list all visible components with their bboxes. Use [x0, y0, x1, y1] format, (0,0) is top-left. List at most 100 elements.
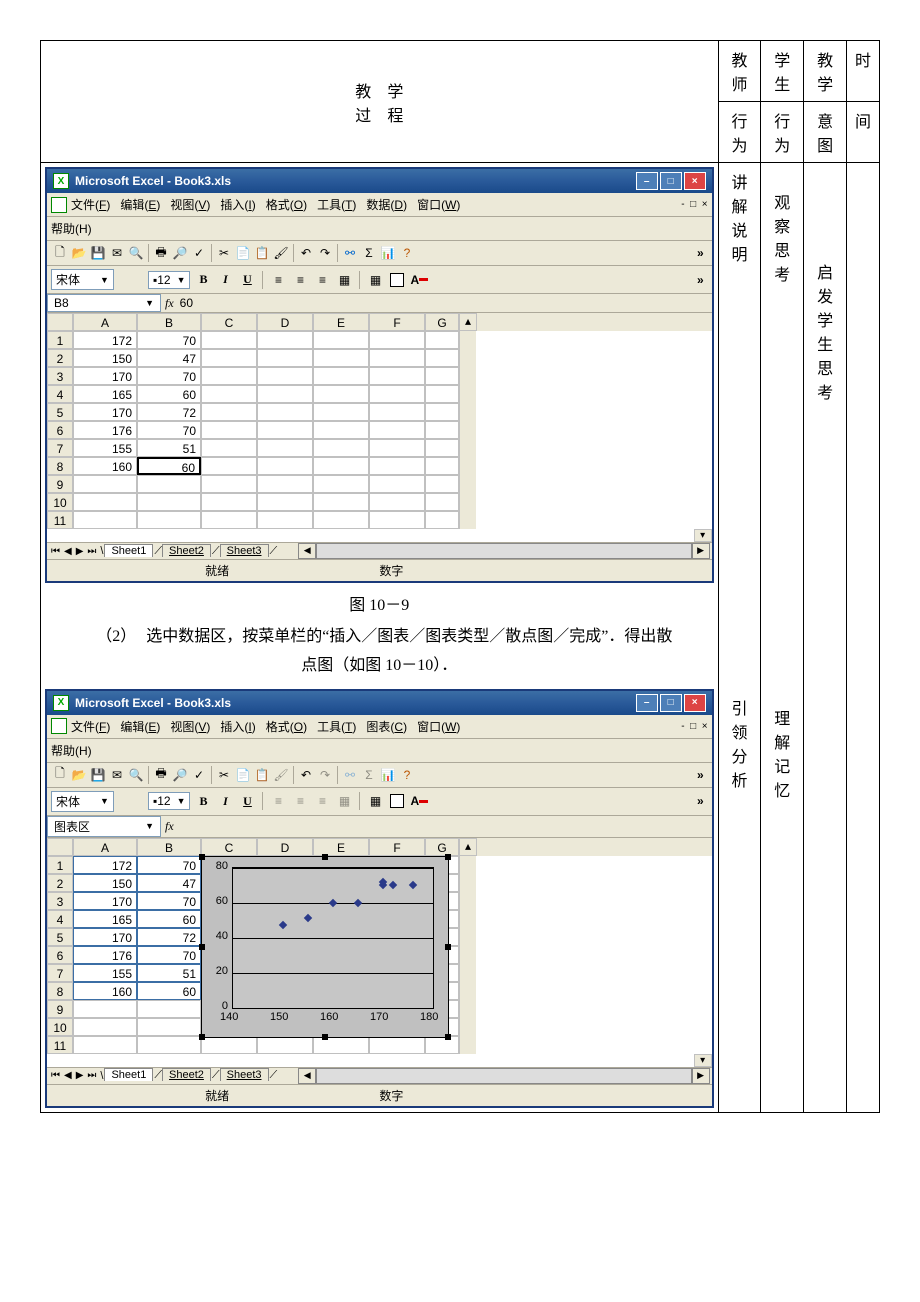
- scroll-down-button[interactable]: ▾: [694, 529, 712, 542]
- cell[interactable]: [137, 1018, 201, 1036]
- prev-sheet-button[interactable]: ◀: [62, 1070, 74, 1081]
- font-color-icon[interactable]: A: [410, 792, 428, 810]
- menu-item[interactable]: 文件(F): [71, 720, 110, 734]
- cell[interactable]: 70: [137, 331, 201, 349]
- border-icon[interactable]: ▦: [366, 792, 384, 810]
- cell[interactable]: 165: [73, 910, 137, 928]
- cell[interactable]: [201, 475, 257, 493]
- cell[interactable]: [425, 457, 459, 475]
- underline-button[interactable]: U: [238, 792, 256, 810]
- close-button[interactable]: ×: [684, 172, 706, 190]
- cell[interactable]: [73, 1036, 137, 1054]
- cell[interactable]: [137, 475, 201, 493]
- cell[interactable]: [257, 331, 313, 349]
- select-all-corner[interactable]: [47, 838, 73, 856]
- cell[interactable]: [73, 1018, 137, 1036]
- cell[interactable]: [257, 493, 313, 511]
- cell[interactable]: [257, 1036, 313, 1054]
- scroll-up-button[interactable]: ▴: [459, 838, 477, 856]
- row-header[interactable]: 8: [47, 982, 73, 1000]
- menu-item[interactable]: 格式(O): [266, 720, 307, 734]
- cell[interactable]: 170: [73, 367, 137, 385]
- cell[interactable]: [369, 385, 425, 403]
- cell[interactable]: [201, 403, 257, 421]
- formula-input[interactable]: 60: [180, 296, 193, 310]
- column-header[interactable]: B: [137, 313, 201, 331]
- autosum-icon[interactable]: Σ: [360, 244, 378, 262]
- cell[interactable]: 72: [137, 928, 201, 946]
- cell[interactable]: [369, 439, 425, 457]
- undo-icon[interactable]: ↶: [297, 244, 315, 262]
- next-sheet-button[interactable]: ▶: [74, 1070, 86, 1081]
- column-header[interactable]: D: [257, 313, 313, 331]
- merge-icon[interactable]: ▦: [335, 271, 353, 289]
- menu-item[interactable]: 窗口(W): [417, 198, 460, 212]
- column-header[interactable]: F: [369, 838, 425, 856]
- preview-icon[interactable]: 🔎: [171, 244, 189, 262]
- embedded-scatter-chart[interactable]: 020406080140150160170180: [201, 856, 449, 1038]
- align-left-icon[interactable]: ≡: [269, 792, 287, 810]
- cell[interactable]: [425, 367, 459, 385]
- cut-icon[interactable]: ✂: [215, 766, 233, 784]
- plot-area[interactable]: [232, 867, 434, 1009]
- cell[interactable]: [201, 421, 257, 439]
- cell[interactable]: 160: [73, 982, 137, 1000]
- row-header[interactable]: 2: [47, 874, 73, 892]
- column-header[interactable]: E: [313, 313, 369, 331]
- cell[interactable]: [313, 457, 369, 475]
- menu-item[interactable]: 工具(T): [317, 720, 356, 734]
- cell[interactable]: [313, 421, 369, 439]
- row-header[interactable]: 2: [47, 349, 73, 367]
- cell[interactable]: [313, 475, 369, 493]
- cell[interactable]: [137, 493, 201, 511]
- menu-item[interactable]: 帮助(H): [51, 742, 92, 759]
- new-icon[interactable]: 🗋: [51, 766, 69, 784]
- cell[interactable]: [425, 439, 459, 457]
- redo-icon[interactable]: ↷: [316, 244, 334, 262]
- mail-icon[interactable]: ✉: [108, 766, 126, 784]
- data-point[interactable]: [354, 898, 362, 906]
- cell[interactable]: [313, 403, 369, 421]
- cell[interactable]: [313, 349, 369, 367]
- row-header[interactable]: 3: [47, 892, 73, 910]
- cell[interactable]: [257, 349, 313, 367]
- cell[interactable]: [369, 367, 425, 385]
- cell[interactable]: [257, 385, 313, 403]
- cell[interactable]: 170: [73, 928, 137, 946]
- cell[interactable]: [73, 511, 137, 529]
- cell[interactable]: [201, 367, 257, 385]
- row-header[interactable]: 9: [47, 475, 73, 493]
- underline-button[interactable]: U: [238, 271, 256, 289]
- cell[interactable]: [425, 385, 459, 403]
- row-header[interactable]: 5: [47, 928, 73, 946]
- name-box[interactable]: 图表区▼: [47, 816, 161, 837]
- cell[interactable]: [425, 1036, 459, 1054]
- row-header[interactable]: 7: [47, 439, 73, 457]
- cell[interactable]: 170: [73, 403, 137, 421]
- autosum-icon[interactable]: Σ: [360, 766, 378, 784]
- menu-item[interactable]: 视图(V): [170, 720, 210, 734]
- sheet-tab[interactable]: Sheet2: [162, 1068, 211, 1081]
- cell[interactable]: 60: [137, 910, 201, 928]
- toolbar-overflow-icon[interactable]: »: [693, 246, 708, 260]
- cell[interactable]: [313, 493, 369, 511]
- menu-item[interactable]: 编辑(E): [120, 720, 160, 734]
- cell[interactable]: [257, 475, 313, 493]
- row-header[interactable]: 1: [47, 331, 73, 349]
- cell[interactable]: [425, 403, 459, 421]
- cell[interactable]: [425, 511, 459, 529]
- scroll-left-button[interactable]: ◀: [298, 543, 316, 559]
- cell[interactable]: [313, 439, 369, 457]
- data-point[interactable]: [279, 921, 287, 929]
- format-painter-icon[interactable]: 🖌: [272, 766, 290, 784]
- data-point[interactable]: [409, 881, 417, 889]
- menu-item[interactable]: 图表(C): [366, 720, 407, 734]
- cell[interactable]: 70: [137, 892, 201, 910]
- first-sheet-button[interactable]: ⏮: [49, 546, 62, 557]
- cell[interactable]: 172: [73, 856, 137, 874]
- cell[interactable]: 72: [137, 403, 201, 421]
- next-sheet-button[interactable]: ▶: [74, 546, 86, 557]
- menu-item[interactable]: 编辑(E): [120, 198, 160, 212]
- close-button[interactable]: ×: [684, 694, 706, 712]
- maximize-button[interactable]: □: [660, 172, 682, 190]
